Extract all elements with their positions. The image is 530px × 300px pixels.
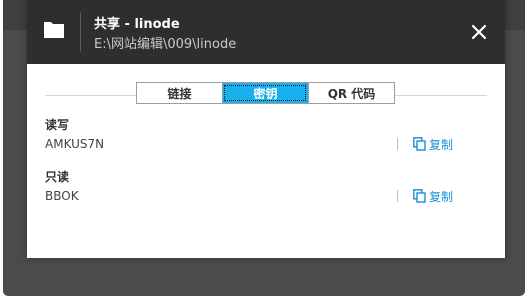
tab-bar: 链接 密钥 QR 代码 [136, 82, 395, 104]
read-write-key[interactable]: AMKUS7N [45, 134, 315, 154]
read-write-copy-button[interactable]: 复制 [413, 134, 453, 154]
read-only-copy-label: 复制 [429, 189, 454, 204]
read-only-key[interactable]: BBOK [45, 186, 315, 206]
header-divider [80, 12, 81, 52]
read-write-separator [397, 138, 398, 150]
tab-link[interactable]: 链接 [137, 83, 222, 103]
share-dialog: 共享 - linode E:\网站编辑\009\linode 链接 密钥 QR … [27, 0, 505, 258]
read-write-copy-label: 复制 [429, 137, 454, 152]
read-only-separator [397, 190, 398, 202]
folder-icon [44, 22, 64, 38]
tab-key[interactable]: 密钥 [222, 83, 308, 103]
dialog-title: 共享 - linode [94, 17, 180, 32]
read-only-label: 只读 [45, 170, 70, 184]
read-write-label: 读写 [45, 118, 70, 132]
copy-icon [413, 137, 426, 151]
tabs-divider-left [45, 95, 136, 96]
folder-path: E:\网站编辑\009\linode [94, 37, 237, 52]
tabs-divider-right [395, 95, 487, 96]
dialog-header: 共享 - linode E:\网站编辑\009\linode [27, 0, 505, 64]
tab-qr-code[interactable]: QR 代码 [308, 83, 394, 103]
read-only-copy-button[interactable]: 复制 [413, 186, 453, 206]
close-icon[interactable] [467, 20, 491, 44]
copy-icon [413, 189, 426, 203]
